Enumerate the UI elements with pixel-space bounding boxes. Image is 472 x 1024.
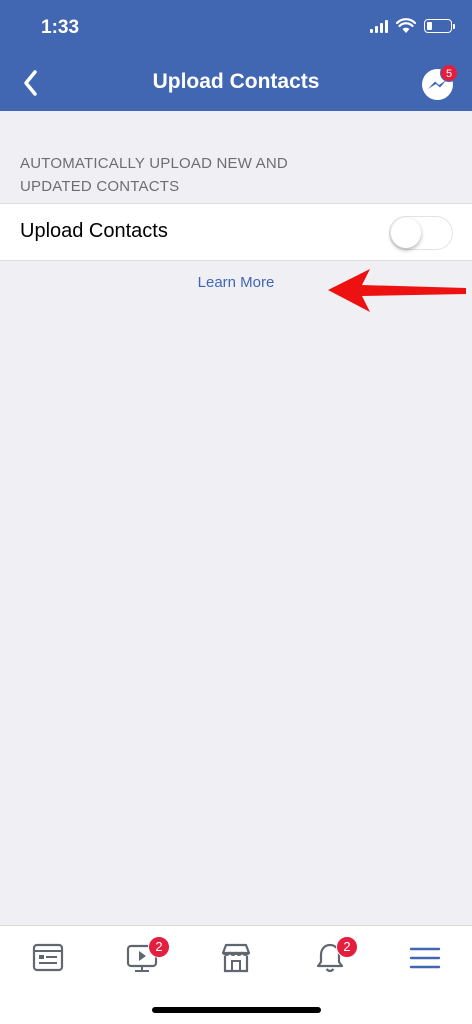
marketplace-icon: [221, 943, 251, 973]
tab-notifications[interactable]: 2: [308, 936, 358, 980]
upload-contacts-row: Upload Contacts: [0, 203, 472, 261]
upload-contacts-label: Upload Contacts: [20, 220, 168, 242]
toggle-knob: [391, 218, 421, 248]
news-feed-icon: [32, 943, 64, 972]
battery-icon: [424, 19, 455, 33]
wifi-icon: [396, 18, 416, 33]
tab-menu[interactable]: [403, 936, 447, 980]
tab-marketplace[interactable]: [214, 936, 258, 980]
tab-watch[interactable]: 2: [120, 936, 170, 980]
cellular-signal-icon: [370, 19, 388, 33]
red-arrow-annotation-icon: [328, 269, 466, 312]
status-time: 1:33: [41, 17, 80, 38]
upload-contacts-toggle[interactable]: [389, 216, 453, 250]
tab-news-feed[interactable]: [26, 936, 70, 980]
chevron-left-icon: [24, 70, 37, 96]
page-title: Upload Contacts: [152, 70, 320, 93]
menu-icon: [409, 947, 441, 969]
status-icons: [370, 18, 455, 34]
watch-badge: 2: [148, 936, 170, 958]
messenger-badge: 5: [440, 64, 458, 82]
messenger-button[interactable]: 5: [422, 64, 458, 102]
top-bar: 1:33 Upload Contacts 5: [0, 0, 472, 111]
notifications-badge: 2: [336, 936, 358, 958]
section-header: AUTOMATICALLY UPLOAD NEW AND UPDATED CON…: [20, 155, 288, 195]
home-indicator: [152, 1007, 321, 1013]
back-button[interactable]: [16, 66, 46, 100]
